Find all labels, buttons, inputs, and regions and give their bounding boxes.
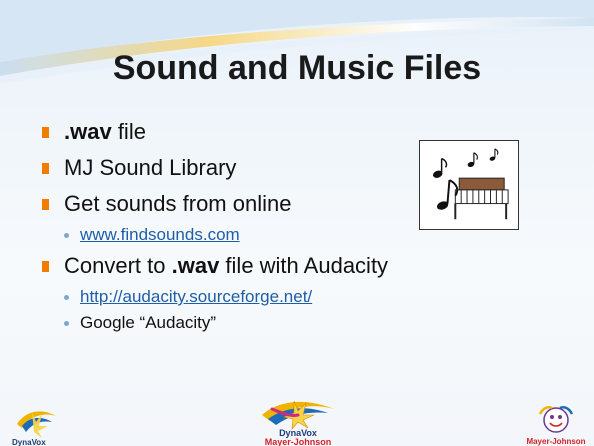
music-notes-piano-icon [419,140,519,230]
sub-bullet-google-audacity: Google “Audacity” [42,312,562,334]
sub-bullet-marker [64,233,69,238]
sub-bullet-text: Google “Audacity” [80,313,217,332]
bullet-text: Convert to [64,253,172,278]
bullet-text: file [111,119,146,144]
bullet-marker [42,127,49,138]
audacity-link[interactable]: http://audacity.sourceforge.net/ [80,287,312,306]
bullet-text: Get sounds from online [64,191,292,216]
bullet-strong: .wav [171,253,220,278]
bullet-marker [42,261,49,272]
sub-bullet-marker [64,321,69,326]
logo-text: Mayer-Johnson [526,437,585,446]
bullet-marker [42,199,49,210]
bullet-text: MJ Sound Library [64,155,237,180]
logo-text-bottom: Mayer-Johnson [265,437,332,446]
sub-bullet-audacity-link: http://audacity.sourceforge.net/ [42,286,562,308]
slide-title: Sound and Music Files [112,49,482,87]
dynavox-logo-icon: DynaVox [12,411,56,446]
mayer-johnson-logo-icon: Mayer-Johnson [526,406,586,446]
bullet-marker [42,163,49,174]
slide: Sound and Music Files .wav file MJ Sound… [0,0,594,446]
bullet-convert-audacity: Convert to .wav file with Audacity [42,252,562,280]
dynavox-mayer-johnson-logo-icon: DynaVox Mayer-Johnson [262,400,334,446]
bullet-strong: .wav [64,119,112,144]
sub-bullet-marker [64,295,69,300]
logo-text: DynaVox [12,438,46,446]
findsounds-link[interactable]: www.findsounds.com [80,225,240,244]
bullet-text: file with Audacity [219,253,389,278]
